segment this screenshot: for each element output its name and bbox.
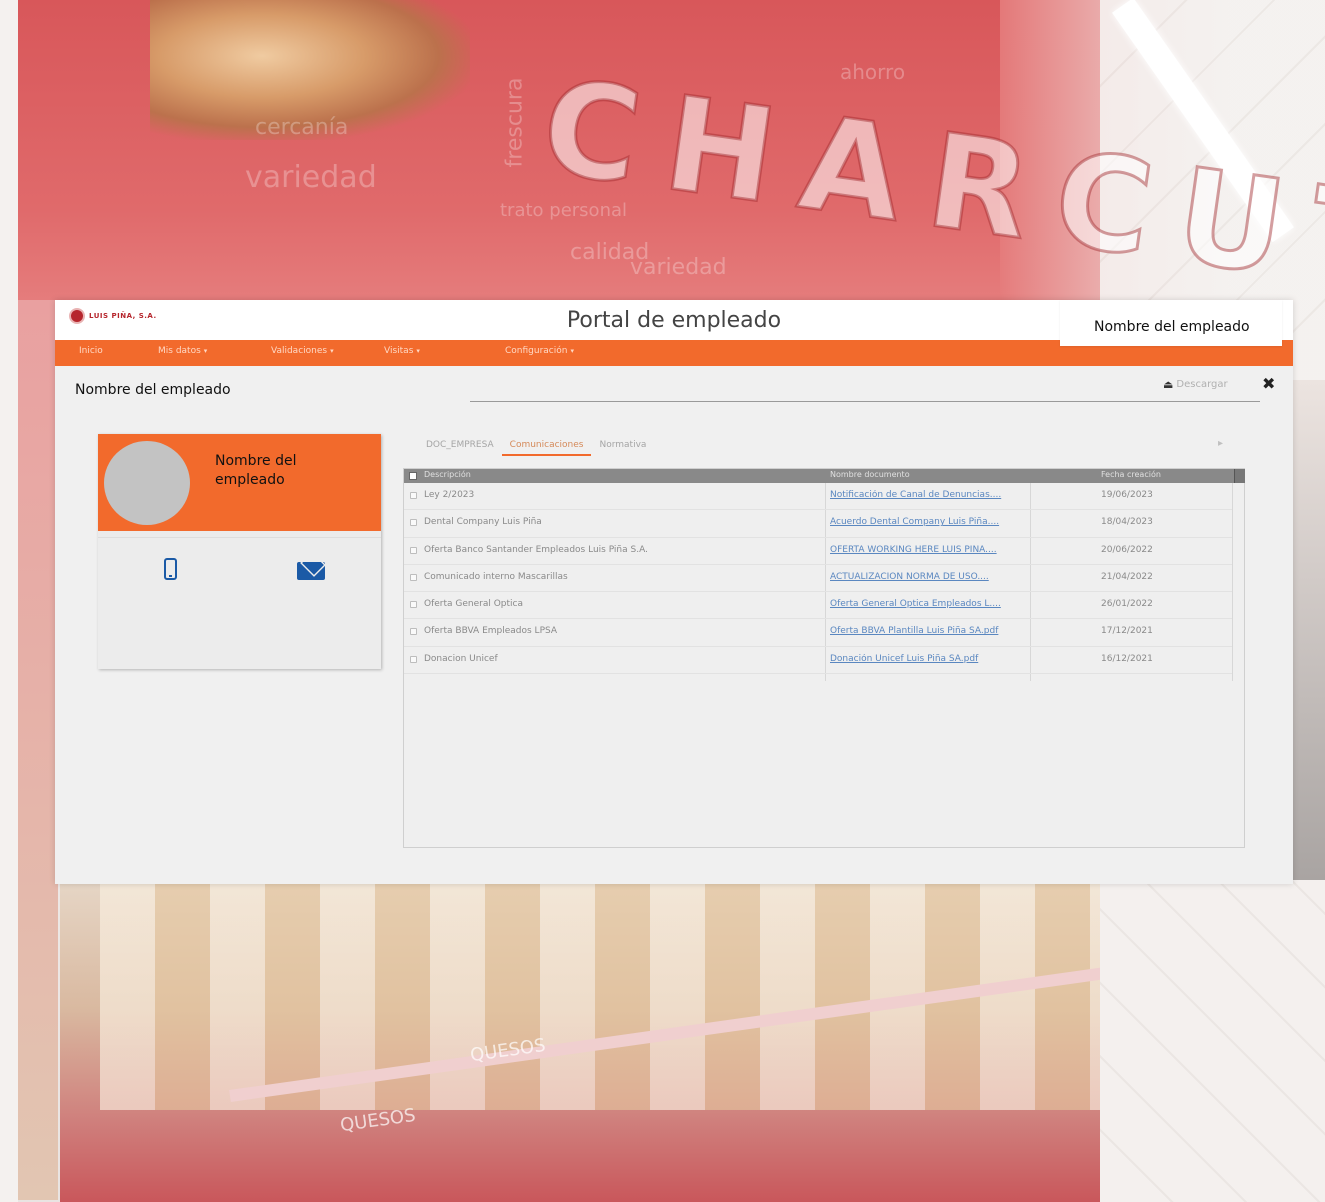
download-button[interactable]: ⏏ Descargar bbox=[1163, 378, 1228, 391]
nav-item-label: Configuración bbox=[505, 346, 568, 356]
profile-header: Nombre del empleado bbox=[98, 434, 381, 531]
row-description: Donacion Unicef bbox=[424, 653, 498, 664]
decor-word: variedad bbox=[245, 160, 377, 195]
row-document-link[interactable]: Donación Unicef Luis Piña SA.pdf bbox=[830, 654, 1030, 664]
left-post bbox=[18, 300, 58, 1200]
employee-title: Nombre del empleado bbox=[75, 382, 231, 398]
select-all-checkbox[interactable] bbox=[409, 472, 417, 480]
chevron-down-icon: ▾ bbox=[570, 347, 574, 355]
tabs-scroll-icon[interactable]: ▸ bbox=[1218, 438, 1223, 449]
table-row[interactable]: Oferta General Óptica Oferta General Ópt… bbox=[404, 592, 1232, 620]
profile-name: Nombre del empleado bbox=[215, 453, 297, 488]
table-row[interactable]: Oferta Banco Santander Empleados Luis Pi… bbox=[404, 538, 1232, 565]
column-header-label: Nombre documento bbox=[830, 470, 910, 479]
row-date: 21/04/2022 bbox=[1101, 571, 1153, 582]
row-description: Oferta General Óptica bbox=[424, 599, 524, 610]
table-body: Ley 2/2023 Notificación de Canal de Denu… bbox=[404, 483, 1232, 675]
column-header-label: Descripción bbox=[424, 470, 471, 479]
column-header-label: Fecha creación bbox=[1101, 470, 1161, 479]
table-row[interactable]: Donacion Unicef Donación Unicef Luis Piñ… bbox=[404, 647, 1232, 675]
row-date: 16/12/2021 bbox=[1101, 653, 1153, 664]
tab-doc-empresa[interactable]: DOC_EMPRESA bbox=[418, 440, 502, 456]
nav-item-inicio[interactable]: Inicio bbox=[79, 346, 103, 356]
chevron-down-icon: ▾ bbox=[203, 347, 208, 355]
mail-icon[interactable] bbox=[297, 562, 325, 580]
left-edge bbox=[0, 0, 18, 1202]
table-row[interactable]: Comunicado interno Mascarillas ACTUALIZA… bbox=[404, 565, 1232, 593]
decor-word: cercanía bbox=[255, 115, 349, 140]
nav-item-validaciones[interactable]: Validaciones ▾ bbox=[271, 346, 334, 356]
tab-normativa[interactable]: Normativa bbox=[591, 440, 654, 456]
download-icon: ⏏ bbox=[1163, 378, 1174, 391]
download-label: Descargar bbox=[1176, 379, 1228, 390]
row-description: Oferta BBVA Empleados LPSA bbox=[424, 626, 558, 637]
row-description: Oferta Banco Santander Empleados Luis Pi… bbox=[424, 544, 648, 555]
right-column bbox=[1292, 380, 1325, 880]
row-checkbox[interactable] bbox=[410, 573, 417, 581]
profile-card: Nombre del empleado bbox=[98, 434, 381, 669]
column-menu-icon[interactable] bbox=[1234, 469, 1245, 483]
table-row[interactable]: Ley 2/2023 Notificación de Canal de Denu… bbox=[404, 483, 1232, 511]
tab-comunicaciones[interactable]: Comunicaciones bbox=[501, 440, 592, 456]
row-date: 26/01/2022 bbox=[1101, 599, 1153, 610]
nav-item-label: Mis datos bbox=[158, 346, 201, 356]
column-header-date[interactable]: Fecha creación bbox=[1101, 470, 1161, 479]
user-menu[interactable]: Nombre del empleado bbox=[1060, 300, 1282, 346]
row-description: Ley 2/2023 bbox=[424, 490, 475, 500]
row-document-link[interactable]: Notificación de Canal de Denuncias.... bbox=[830, 490, 1030, 500]
row-document-link[interactable]: Oferta General Óptica Empleados L.... bbox=[830, 599, 1030, 609]
row-document-link[interactable]: OFERTA WORKING HERE LUIS PIÑA.... bbox=[830, 545, 1030, 555]
divider bbox=[470, 401, 1260, 402]
portal-window: LUIS PIÑA, S.A. Portal de empleado Nombr… bbox=[55, 300, 1293, 884]
column-header-document[interactable]: Nombre documento bbox=[830, 470, 910, 479]
row-date: 19/06/2023 bbox=[1101, 490, 1153, 500]
avatar bbox=[104, 441, 190, 525]
nav-item-label: Visitas bbox=[384, 346, 414, 356]
documents-table: Descripción Nombre documento Fecha creac… bbox=[403, 468, 1245, 848]
phone-icon[interactable] bbox=[164, 558, 177, 580]
close-button[interactable]: ✖ bbox=[1262, 374, 1275, 393]
row-checkbox[interactable] bbox=[410, 628, 417, 636]
row-date: 20/06/2022 bbox=[1101, 544, 1153, 555]
row-checkbox[interactable] bbox=[410, 546, 417, 554]
profile-contact bbox=[98, 537, 381, 669]
row-document-link[interactable]: Oferta BBVA Plantilla Luis Piña SA.pdf bbox=[830, 626, 1030, 636]
nav-item-configuracion[interactable]: Configuración ▾ bbox=[505, 346, 574, 356]
column-divider bbox=[1232, 483, 1233, 681]
decor-word: variedad bbox=[630, 255, 727, 280]
table-row[interactable]: Oferta BBVA Empleados LPSA Oferta BBVA P… bbox=[404, 619, 1232, 647]
row-document-link[interactable]: Acuerdo Dental Company Luis Piña.... bbox=[830, 517, 1030, 527]
nav-item-label: Validaciones bbox=[271, 346, 328, 356]
row-description: Comunicado interno Mascarillas bbox=[424, 571, 568, 582]
row-date: 17/12/2021 bbox=[1101, 626, 1153, 637]
decor-word: frescura bbox=[502, 77, 528, 168]
nav-item-visitas[interactable]: Visitas ▾ bbox=[384, 346, 420, 356]
row-checkbox[interactable] bbox=[410, 601, 417, 609]
nav-item-mis-datos[interactable]: Mis datos ▾ bbox=[158, 346, 207, 356]
floor bbox=[1100, 880, 1325, 1202]
row-checkbox[interactable] bbox=[410, 492, 417, 499]
table-row[interactable]: Dental Company Luis Piña Acuerdo Dental … bbox=[404, 510, 1232, 538]
column-header-description[interactable]: Descripción bbox=[424, 470, 471, 479]
row-description: Dental Company Luis Piña bbox=[424, 517, 542, 528]
table-header: Descripción Nombre documento Fecha creac… bbox=[404, 469, 1245, 483]
decor-word: trato personal bbox=[500, 200, 628, 221]
row-date: 18/04/2023 bbox=[1101, 517, 1153, 528]
document-tabs: DOC_EMPRESA Comunicaciones Normativa bbox=[418, 440, 654, 456]
nav-item-label: Inicio bbox=[79, 346, 103, 356]
chevron-down-icon: ▾ bbox=[330, 347, 334, 355]
row-checkbox[interactable] bbox=[410, 519, 417, 527]
chevron-down-icon: ▾ bbox=[416, 347, 420, 355]
row-document-link[interactable]: ACTUALIZACIÓN NORMA DE USO.... bbox=[830, 572, 1030, 582]
decor-word: ahorro bbox=[840, 60, 906, 84]
row-checkbox[interactable] bbox=[410, 655, 417, 663]
